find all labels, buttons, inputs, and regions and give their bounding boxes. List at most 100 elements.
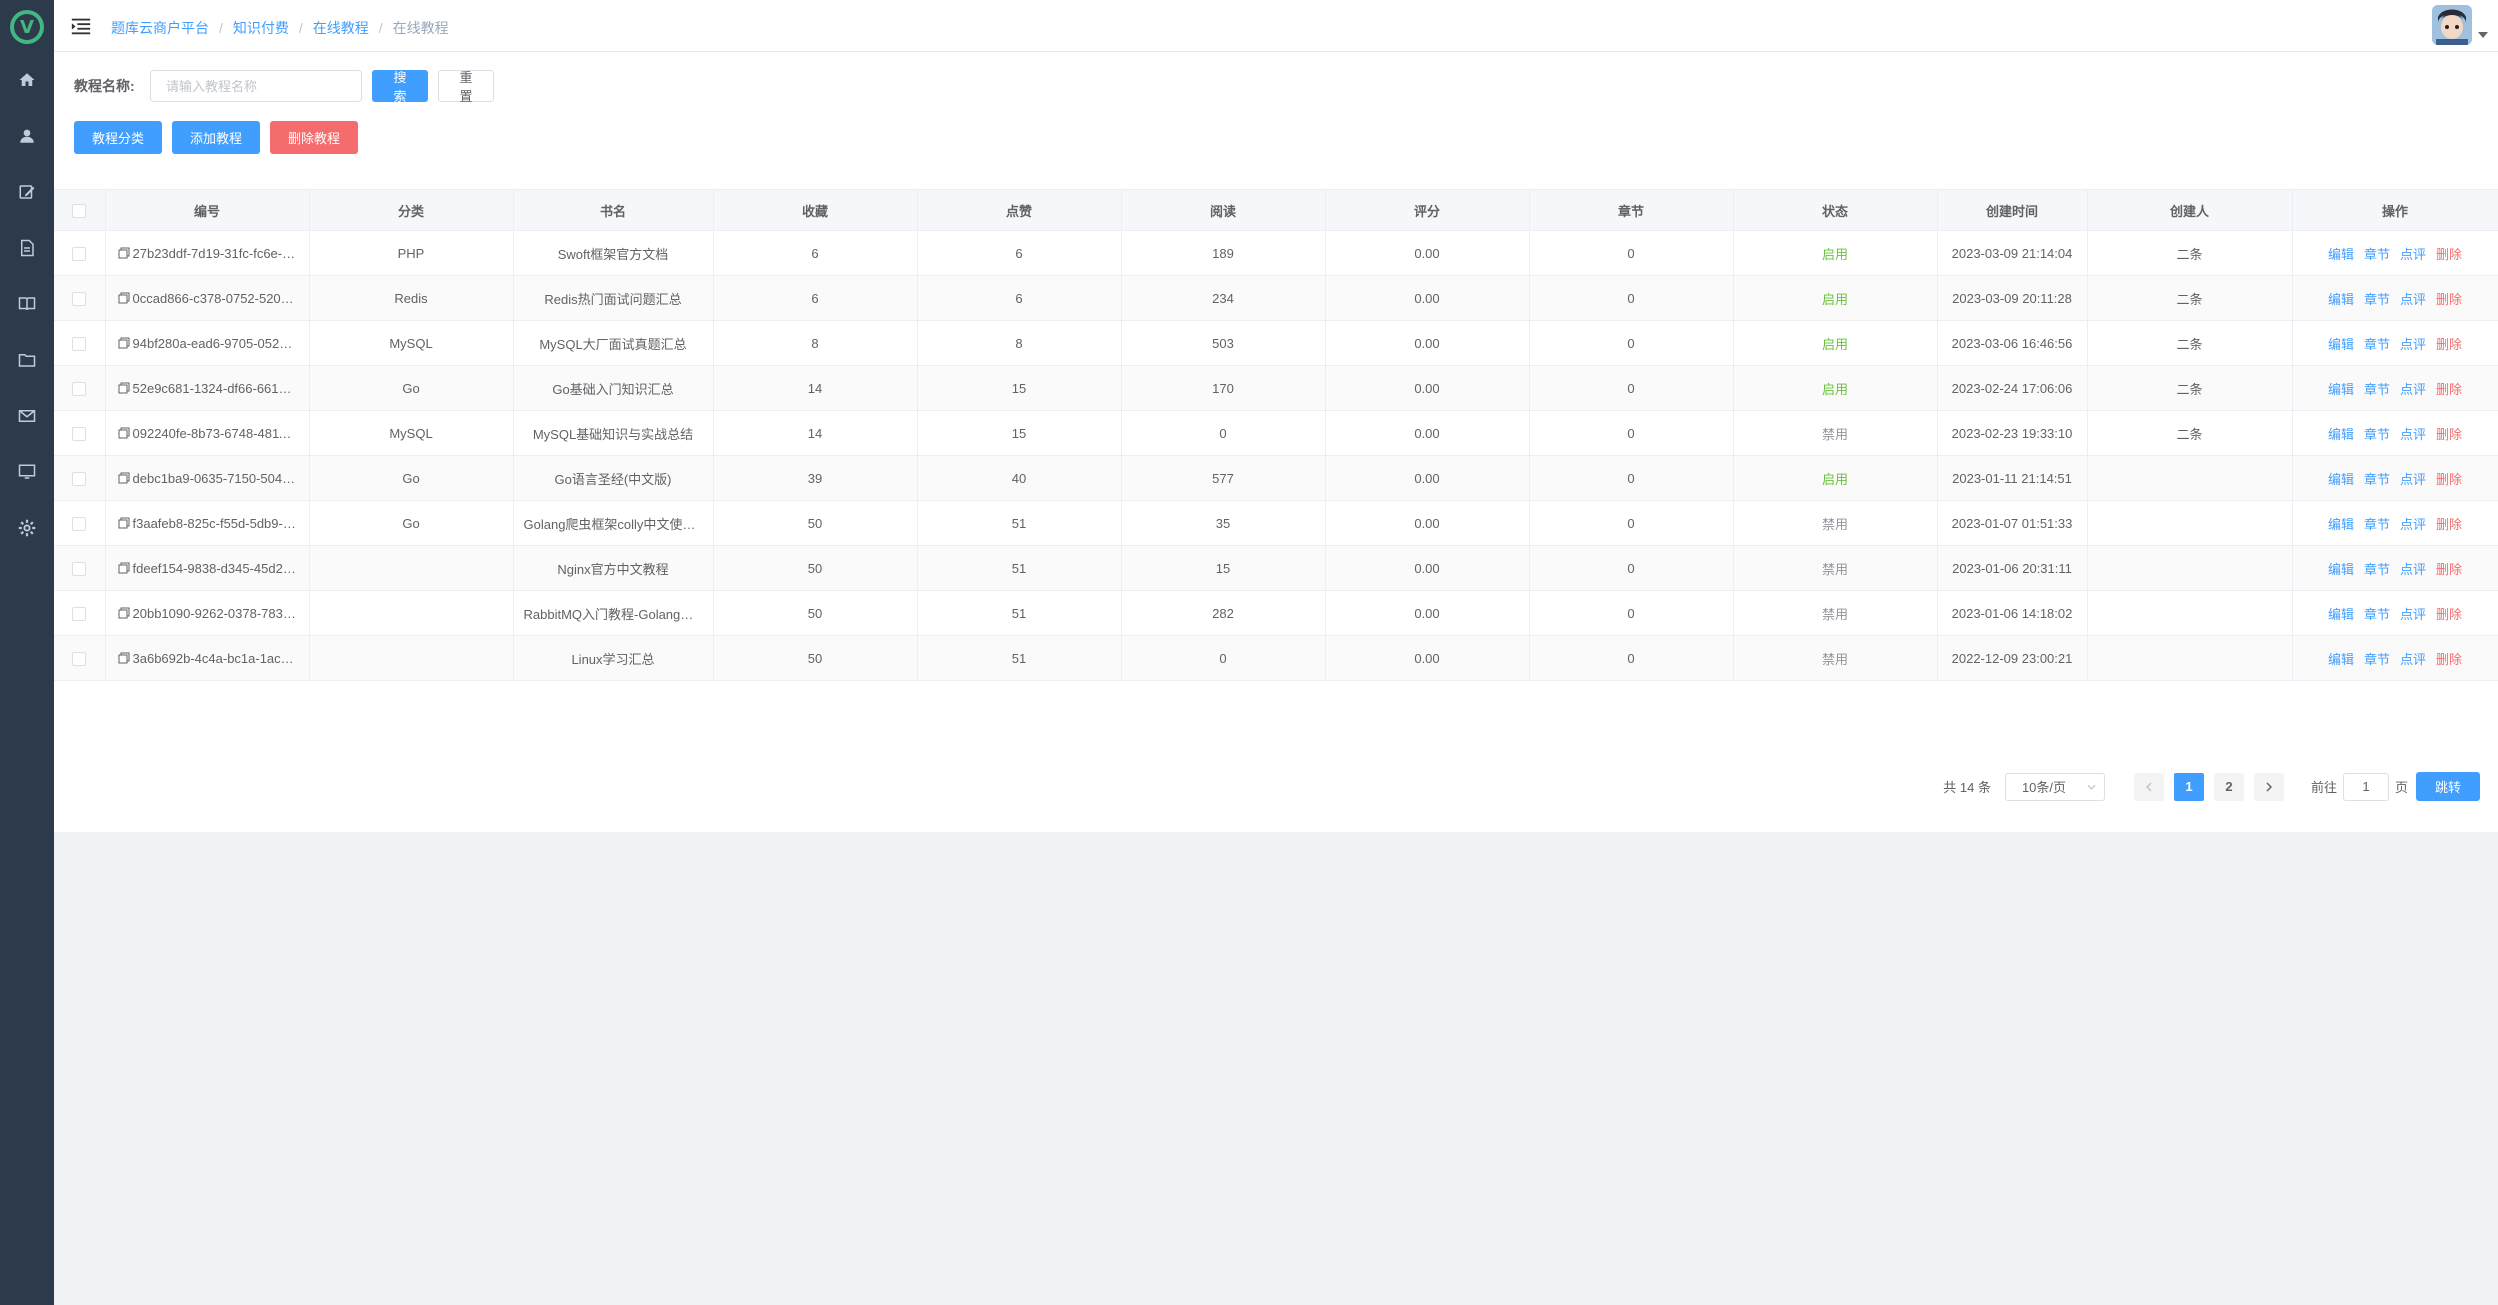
table-row[interactable]: 52e9c681-1324-df66-6617-… Go Go基础入门知识汇总 14 1… xyxy=(54,365,2498,411)
edit-link[interactable]: 编辑 xyxy=(2328,607,2354,622)
delete-link[interactable]: 删除 xyxy=(2436,382,2462,397)
logo[interactable]: V xyxy=(10,10,44,44)
review-link[interactable]: 点评 xyxy=(2400,292,2426,307)
copy-icon[interactable] xyxy=(118,382,130,394)
copy-icon[interactable] xyxy=(118,247,130,259)
mail-icon[interactable] xyxy=(0,396,54,436)
edit-link[interactable]: 编辑 xyxy=(2328,517,2354,532)
edit-link[interactable]: 编辑 xyxy=(2328,337,2354,352)
table-row[interactable]: fdeef154-9838-d345-45d2-6… Nginx官方中文教程 50 5… xyxy=(54,545,2498,591)
user-icon[interactable] xyxy=(0,116,54,156)
copy-icon[interactable] xyxy=(118,607,130,619)
delete-link[interactable]: 删除 xyxy=(2436,337,2462,352)
chapters-link[interactable]: 章节 xyxy=(2364,652,2390,667)
row-checkbox[interactable] xyxy=(72,426,87,441)
reset-button[interactable]: 重置 xyxy=(438,70,494,104)
copy-icon[interactable] xyxy=(118,562,130,574)
chapters-link[interactable]: 章节 xyxy=(2364,382,2390,397)
copy-icon[interactable] xyxy=(118,652,130,664)
chapters-link[interactable]: 章节 xyxy=(2364,517,2390,532)
edit-link[interactable]: 编辑 xyxy=(2328,292,2354,307)
row-checkbox[interactable] xyxy=(72,381,87,396)
review-link[interactable]: 点评 xyxy=(2400,247,2426,262)
delete-link[interactable]: 删除 xyxy=(2436,652,2462,667)
delete-tutorial-button[interactable]: 删除教程 xyxy=(270,121,359,154)
home-icon[interactable] xyxy=(0,60,54,100)
row-checkbox[interactable] xyxy=(72,561,87,576)
delete-link[interactable]: 删除 xyxy=(2436,247,2462,262)
breadcrumb-item[interactable]: 知识付费 xyxy=(233,18,289,38)
table-row[interactable]: 27b23ddf-7d19-31fc-fc6e-0… PHP Swoft框架官方文档… xyxy=(54,230,2498,276)
edit-link[interactable]: 编辑 xyxy=(2328,562,2354,577)
chapters-link[interactable]: 章节 xyxy=(2364,247,2390,262)
category-button[interactable]: 教程分类 xyxy=(74,121,163,154)
row-checkbox[interactable] xyxy=(72,651,87,666)
review-link[interactable]: 点评 xyxy=(2400,562,2426,577)
caret-down-icon[interactable] xyxy=(2478,32,2488,38)
chapters-link[interactable]: 章节 xyxy=(2364,607,2390,622)
row-checkbox[interactable] xyxy=(72,336,87,351)
book-icon[interactable] xyxy=(0,284,54,324)
edit-link[interactable]: 编辑 xyxy=(2328,427,2354,442)
review-link[interactable]: 点评 xyxy=(2400,472,2426,487)
review-link[interactable]: 点评 xyxy=(2400,382,2426,397)
select-all-checkbox[interactable] xyxy=(72,203,87,218)
delete-link[interactable]: 删除 xyxy=(2436,562,2462,577)
table-row[interactable]: debc1ba9-0635-7150-504a-… Go Go语言圣经(中文版) 39… xyxy=(54,455,2498,501)
delete-link[interactable]: 删除 xyxy=(2436,607,2462,622)
delete-link[interactable]: 删除 xyxy=(2436,292,2462,307)
table-row[interactable]: 0ccad866-c378-0752-5201-… Redis Redis热门面试问… xyxy=(54,275,2498,321)
delete-link[interactable]: 删除 xyxy=(2436,472,2462,487)
review-link[interactable]: 点评 xyxy=(2400,337,2426,352)
chapters-link[interactable]: 章节 xyxy=(2364,337,2390,352)
table-row[interactable]: 3a6b692b-4c4a-bc1a-1ace-… Linux学习汇总 50 51 0 0… xyxy=(54,635,2498,681)
edit-icon[interactable] xyxy=(0,172,54,212)
table-row[interactable]: 94bf280a-ead6-9705-0524-… MySQL MySQL大厂面试真… xyxy=(54,320,2498,366)
delete-link[interactable]: 删除 xyxy=(2436,427,2462,442)
edit-link[interactable]: 编辑 xyxy=(2328,382,2354,397)
chapters-link[interactable]: 章节 xyxy=(2364,427,2390,442)
review-link[interactable]: 点评 xyxy=(2400,517,2426,532)
avatar[interactable] xyxy=(2432,5,2472,45)
search-button[interactable]: 搜索 xyxy=(372,70,428,104)
search-input[interactable] xyxy=(150,70,362,102)
copy-icon[interactable] xyxy=(118,337,130,349)
copy-icon[interactable] xyxy=(118,292,130,304)
chapters-link[interactable]: 章节 xyxy=(2364,562,2390,577)
breadcrumb-item[interactable]: 在线教程 xyxy=(313,18,369,38)
jump-button[interactable]: 跳转 xyxy=(2415,772,2480,801)
row-checkbox[interactable] xyxy=(72,246,87,261)
copy-icon[interactable] xyxy=(118,517,130,529)
table-row[interactable]: 20bb1090-9262-0378-783f-… RabbitMQ入门教程-Go… xyxy=(54,590,2498,636)
chapters-link[interactable]: 章节 xyxy=(2364,292,2390,307)
gear-icon[interactable] xyxy=(0,508,54,548)
row-checkbox[interactable] xyxy=(72,291,87,306)
delete-link[interactable]: 删除 xyxy=(2436,517,2462,532)
edit-link[interactable]: 编辑 xyxy=(2328,472,2354,487)
breadcrumb-item[interactable]: 题库云商户平台 xyxy=(111,18,209,38)
chapters-link[interactable]: 章节 xyxy=(2364,472,2390,487)
monitor-icon[interactable] xyxy=(0,452,54,492)
folder-icon[interactable] xyxy=(0,340,54,380)
copy-icon[interactable] xyxy=(118,427,130,439)
page-size-select[interactable]: 10条/页 xyxy=(2004,772,2105,801)
copy-icon[interactable] xyxy=(118,472,130,484)
prev-page-button[interactable] xyxy=(2133,772,2164,801)
table-row[interactable]: f3aafeb8-825c-f55d-5db9-d… Go Golang爬虫框架co… xyxy=(54,500,2498,546)
page-button[interactable]: 1 xyxy=(2173,772,2204,801)
review-link[interactable]: 点评 xyxy=(2400,427,2426,442)
menu-toggle-icon[interactable] xyxy=(70,15,92,37)
row-checkbox[interactable] xyxy=(72,516,87,531)
next-page-button[interactable] xyxy=(2253,772,2284,801)
goto-page-input[interactable] xyxy=(2342,772,2389,801)
row-checkbox[interactable] xyxy=(72,606,87,621)
add-tutorial-button[interactable]: 添加教程 xyxy=(172,121,261,154)
document-icon[interactable] xyxy=(0,228,54,268)
edit-link[interactable]: 编辑 xyxy=(2328,652,2354,667)
page-button[interactable]: 2 xyxy=(2213,772,2244,801)
edit-link[interactable]: 编辑 xyxy=(2328,247,2354,262)
row-checkbox[interactable] xyxy=(72,471,87,486)
table-row[interactable]: 092240fe-8b73-6748-4811-… MySQL MySQL基础知识与… xyxy=(54,410,2498,456)
review-link[interactable]: 点评 xyxy=(2400,652,2426,667)
review-link[interactable]: 点评 xyxy=(2400,607,2426,622)
